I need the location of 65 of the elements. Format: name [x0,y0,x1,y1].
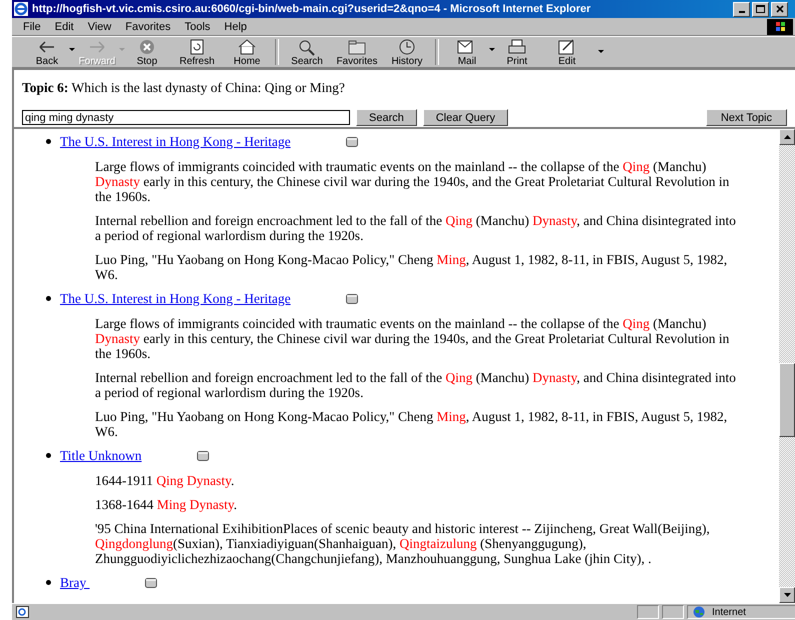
next-topic-button[interactable]: Next Topic [706,109,787,126]
caret-icon[interactable] [489,48,495,52]
query-field[interactable]: qing ming dynasty [22,110,350,125]
result-snippet: 1368-1644 Ming Dynasty. [95,497,238,512]
toolbar-button[interactable]: Home [222,38,272,66]
close-icon [776,5,784,13]
result-link[interactable]: Title Unknown [60,448,142,463]
printer-icon [506,38,528,56]
result-link[interactable]: Bray [60,575,90,590]
result-snippet: Luo Ping, "Hu Yaobang on Hong Kong-Macao Policy," Cheng Ming, August 1, 1982, 8-11, in FBIS, August 5, 1982, W6. [95,409,728,439]
windows-logo-icon [767,18,793,34]
query-button[interactable]: Clear Query [422,109,508,126]
toolbar-button[interactable]: Refresh [172,38,222,66]
result-snippet: Large flows of immigrants coincided with traumatic events on the mainland -- the collapse of the Qing (Manchu) Dynasty early in this century, the Chinese civil war during the 1940s, and the Great Proletariat Cultural Revolution in the 1960s. [95,316,730,361]
maximize-button[interactable] [752,2,769,16]
window-title: http://hogfish-vt.vic.cmis.csiro.au:6060/cgi-bin/web-main.cgi?userid=2&qno=4 - Microsoft Internet Explorer [32,3,591,15]
home-icon [236,38,258,56]
toolbar-button[interactable]: Favorites [332,38,382,66]
menu-item[interactable]: File [16,20,48,32]
folder-icon [346,38,368,56]
minimize-button[interactable] [733,2,750,16]
toolbar-button[interactable]: Search [282,38,332,66]
bullet-icon [46,296,51,301]
menu-item[interactable]: View [80,20,118,32]
query-button[interactable]: Search [356,109,417,126]
caret-icon[interactable] [598,50,604,54]
result-snippet: 1644-1911 Qing Dynasty. [95,473,236,488]
menu-item[interactable]: Tools [178,20,218,32]
toolbar-button[interactable]: Back [22,38,72,66]
scroll-up-arrow-icon [784,135,790,139]
result-snippet: '95 China International ExihibitionPlaces of scenic beauty and historic interest -- Zijincheng, Great Wall(Beijing), Qingdonglung(Suxian), Tianxiadiyiguan(Shanhaiguan), Qingtaizulung (Shenyanggugung), Zhungguodiyiclichezhizaochang(Changchunjiefang), Manzhouhuanggung, Sunghua Lake (jhin City), . [95,521,711,566]
caret-icon[interactable] [69,48,75,52]
bullet-icon [46,453,51,458]
maximize-icon [756,5,765,13]
scroll-thumb[interactable] [779,363,795,437]
scroll-down-arrow-icon [784,593,790,597]
result-snippet: Internal rebellion and foreign encroachment led to the fall of the Qing (Manchu) Dynasty, and China disintegrated into a period of regional warlordism during the 1920s. [95,370,737,400]
status-pane [637,605,659,619]
toolbar-button[interactable]: Print [492,38,542,66]
result-snippet: Large flows of immigrants coincided with traumatic events on the mainland -- the collapse of the Qing (Manchu) Dynasty early in this century, the Chinese civil war during the 1940s, and the Great Proletariat Cultural Revolution in the 1960s. [95,159,730,204]
toolbar-button[interactable]: Stop [122,38,172,66]
status-pane [662,605,684,619]
document-icon[interactable] [144,578,157,588]
result-snippet: Internal rebellion and foreign encroachment led to the fall of the Qing (Manchu) Dynasty, and China disintegrated into a period of regional warlordism during the 1920s. [95,213,737,243]
topic-question: Topic 6: Which is the last dynasty of China: Qing or Ming? [22,80,345,95]
toolbar-button[interactable]: History [382,38,432,66]
toolbar-button[interactable]: Mail [442,38,492,66]
menu-item[interactable]: Favorites [118,20,178,32]
result-snippet: Luo Ping, "Hu Yaobang on Hong Kong-Macao Policy," Cheng Ming, August 1, 1982, 8-11, in FBIS, August 5, 1982, W6. [95,252,728,282]
result-link[interactable]: The U.S. Interest in Hong Kong - Heritage [60,134,291,149]
result-link[interactable]: The U.S. Interest in Hong Kong - Heritage [60,291,291,306]
document-icon[interactable] [346,294,358,304]
document-icon[interactable] [346,136,358,146]
bullet-icon [46,580,51,585]
close-button[interactable] [771,2,788,16]
document-icon[interactable] [196,450,209,460]
menu-item[interactable]: Edit [48,20,81,32]
globe-icon [692,606,706,618]
scrollbar[interactable] [779,129,795,603]
menu-item[interactable]: Help [217,20,254,32]
page-icon [16,606,30,618]
toolbar-button[interactable]: Edit [542,38,592,66]
bullet-icon [46,139,51,144]
security-zone: Internet [712,606,746,618]
browser-logo-icon [14,2,28,16]
